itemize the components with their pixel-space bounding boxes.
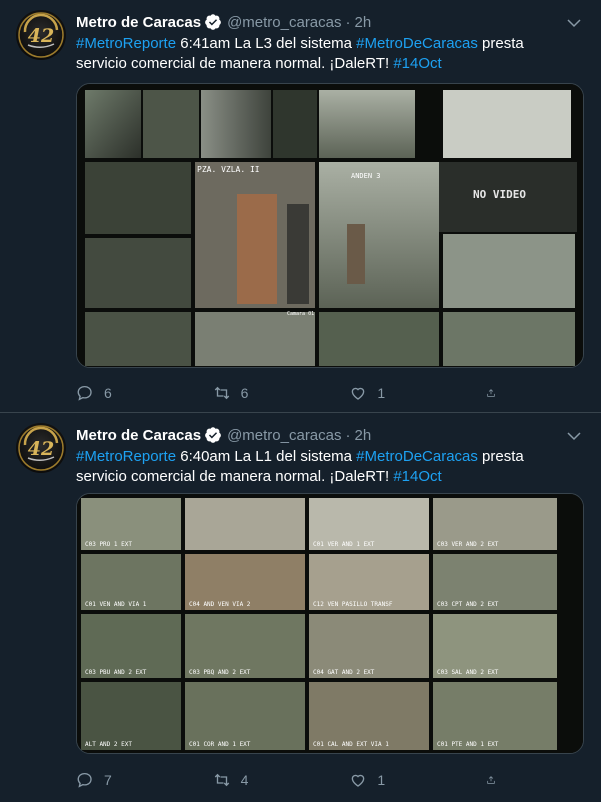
share-icon — [487, 776, 495, 784]
reply-count: 6 — [104, 385, 112, 401]
author-handle[interactable]: @metro_caracas — [227, 14, 341, 31]
camera-tile — [85, 90, 141, 158]
camera-tile — [85, 162, 191, 234]
camera-tile — [319, 312, 439, 366]
retweet-button[interactable]: 4 — [213, 770, 313, 790]
camera-tile — [443, 312, 575, 366]
camera-tile — [273, 90, 317, 158]
avatar-logo-text: 42 — [28, 438, 54, 460]
camera-label: PZA. VZLA. II — [197, 165, 260, 174]
tweet-header: Metro de Caracas @metro_caracas · 2h — [76, 12, 371, 32]
tweet-time[interactable]: 2h — [355, 427, 372, 444]
author-handle[interactable]: @metro_caracas — [227, 427, 341, 444]
retweet-button[interactable]: 6 — [213, 383, 313, 403]
camera-tile — [309, 682, 429, 750]
author-name[interactable]: Metro de Caracas — [76, 427, 201, 444]
tweet-1[interactable]: 42 Metro de Caracas @metro_caracas · 2h … — [0, 0, 601, 413]
tweet-header: Metro de Caracas @metro_caracas · 2h — [76, 425, 371, 445]
like-button[interactable]: 1 — [349, 770, 449, 790]
camera-tile — [81, 682, 181, 750]
camera-label: C03 PBU AND 2 EXT — [85, 669, 147, 676]
camera-label: C03 CPT AND 2 EXT — [437, 601, 499, 608]
avatar-logo-text: 42 — [28, 25, 54, 47]
hashtag-link[interactable]: #MetroDeCaracas — [356, 35, 478, 52]
avatar[interactable]: 42 — [16, 10, 66, 60]
camera-label: C04 GAT AND 2 EXT — [313, 669, 375, 676]
camera-label: C01 COR AND 1 EXT — [189, 741, 251, 748]
verified-badge-icon — [205, 14, 221, 30]
camera-label: C03 PRO 1 EXT — [85, 541, 132, 548]
camera-tile — [185, 498, 305, 550]
camera-tile — [201, 90, 271, 158]
camera-label: C01 CAL AND EXT VIA 1 — [313, 741, 389, 748]
camera-label: C03 SAL AND 2 EXT — [437, 669, 499, 676]
share-icon — [487, 389, 495, 397]
reply-icon — [77, 385, 92, 401]
retweet-count: 6 — [240, 385, 249, 401]
chevron-down-icon[interactable] — [565, 427, 583, 445]
chevron-down-icon[interactable] — [565, 14, 583, 32]
camera-label: C04 AND VEN VIA 2 — [189, 601, 251, 608]
camera-tile — [319, 162, 439, 308]
tweet-text-part: 6:41am La L3 del sistema — [176, 35, 357, 52]
camera-label: C01 VEN AND VIA 1 — [85, 601, 147, 608]
verified-badge-icon — [205, 427, 221, 443]
camera-label: C03 VER AND 2 EXT — [437, 541, 499, 548]
share-button[interactable] — [486, 383, 506, 403]
tweet-actions: 6 6 1 — [76, 383, 506, 403]
like-button[interactable]: 1 — [349, 383, 449, 403]
tweet-image-cctv-l3[interactable]: NO VIDEO PZA. VZLA. II ANDEN 3 Camara 01 — [76, 83, 584, 368]
camera-label: ANDEN 3 — [351, 172, 381, 180]
camera-tile — [85, 238, 191, 308]
camera-label: C01 VER AND 1 EXT — [313, 541, 375, 548]
camera-label: C01 PTE AND 1 EXT — [437, 741, 499, 748]
tweet-text: #MetroReporte 6:41am La L3 del sistema #… — [76, 34, 576, 74]
camera-label: ALT AND 2 EXT — [85, 741, 132, 748]
hashtag-link[interactable]: #14Oct — [393, 468, 441, 485]
camera-tile — [143, 90, 199, 158]
retweet-count: 4 — [240, 772, 249, 788]
camera-tile — [85, 312, 191, 366]
camera-label: C12 VEN PASILLO TRANSF — [313, 601, 393, 608]
reply-count: 7 — [104, 772, 112, 788]
tweet-text: #MetroReporte 6:40am La L1 del sistema #… — [76, 447, 576, 487]
separator-dot: · — [345, 13, 351, 31]
retweet-icon — [214, 386, 229, 400]
hashtag-link[interactable]: #MetroDeCaracas — [356, 448, 478, 465]
share-button[interactable] — [486, 770, 506, 790]
like-icon — [352, 774, 365, 787]
camera-tile — [185, 682, 305, 750]
tweet-actions: 7 4 1 — [76, 770, 506, 790]
author-name[interactable]: Metro de Caracas — [76, 14, 201, 31]
reply-icon — [77, 772, 92, 788]
hashtag-link[interactable]: #MetroReporte — [76, 35, 176, 52]
avatar[interactable]: 42 — [16, 423, 66, 473]
camera-label: Camara 01 — [287, 311, 314, 317]
tweet-image-cctv-l1[interactable]: C03 PRO 1 EXT C01 VER AND 1 EXT C03 VER … — [76, 493, 584, 754]
camera-tile — [433, 682, 557, 750]
tweet-time[interactable]: 2h — [355, 14, 372, 31]
no-video-label: NO VIDEO — [473, 188, 526, 201]
camera-tile — [443, 90, 571, 158]
reply-button[interactable]: 6 — [76, 383, 176, 403]
retweet-icon — [214, 773, 229, 787]
hashtag-link[interactable]: #MetroReporte — [76, 448, 176, 465]
tweet-text-part: 6:40am La L1 del sistema — [176, 448, 357, 465]
camera-label: C03 PBQ AND 2 EXT — [189, 669, 251, 676]
like-count: 1 — [377, 385, 386, 401]
like-icon — [352, 387, 365, 400]
hashtag-link[interactable]: #14Oct — [393, 55, 441, 72]
camera-tile — [319, 90, 415, 158]
separator-dot: · — [345, 426, 351, 444]
camera-tile — [195, 312, 315, 366]
reply-button[interactable]: 7 — [76, 770, 176, 790]
like-count: 1 — [377, 772, 386, 788]
camera-tile — [443, 234, 575, 308]
